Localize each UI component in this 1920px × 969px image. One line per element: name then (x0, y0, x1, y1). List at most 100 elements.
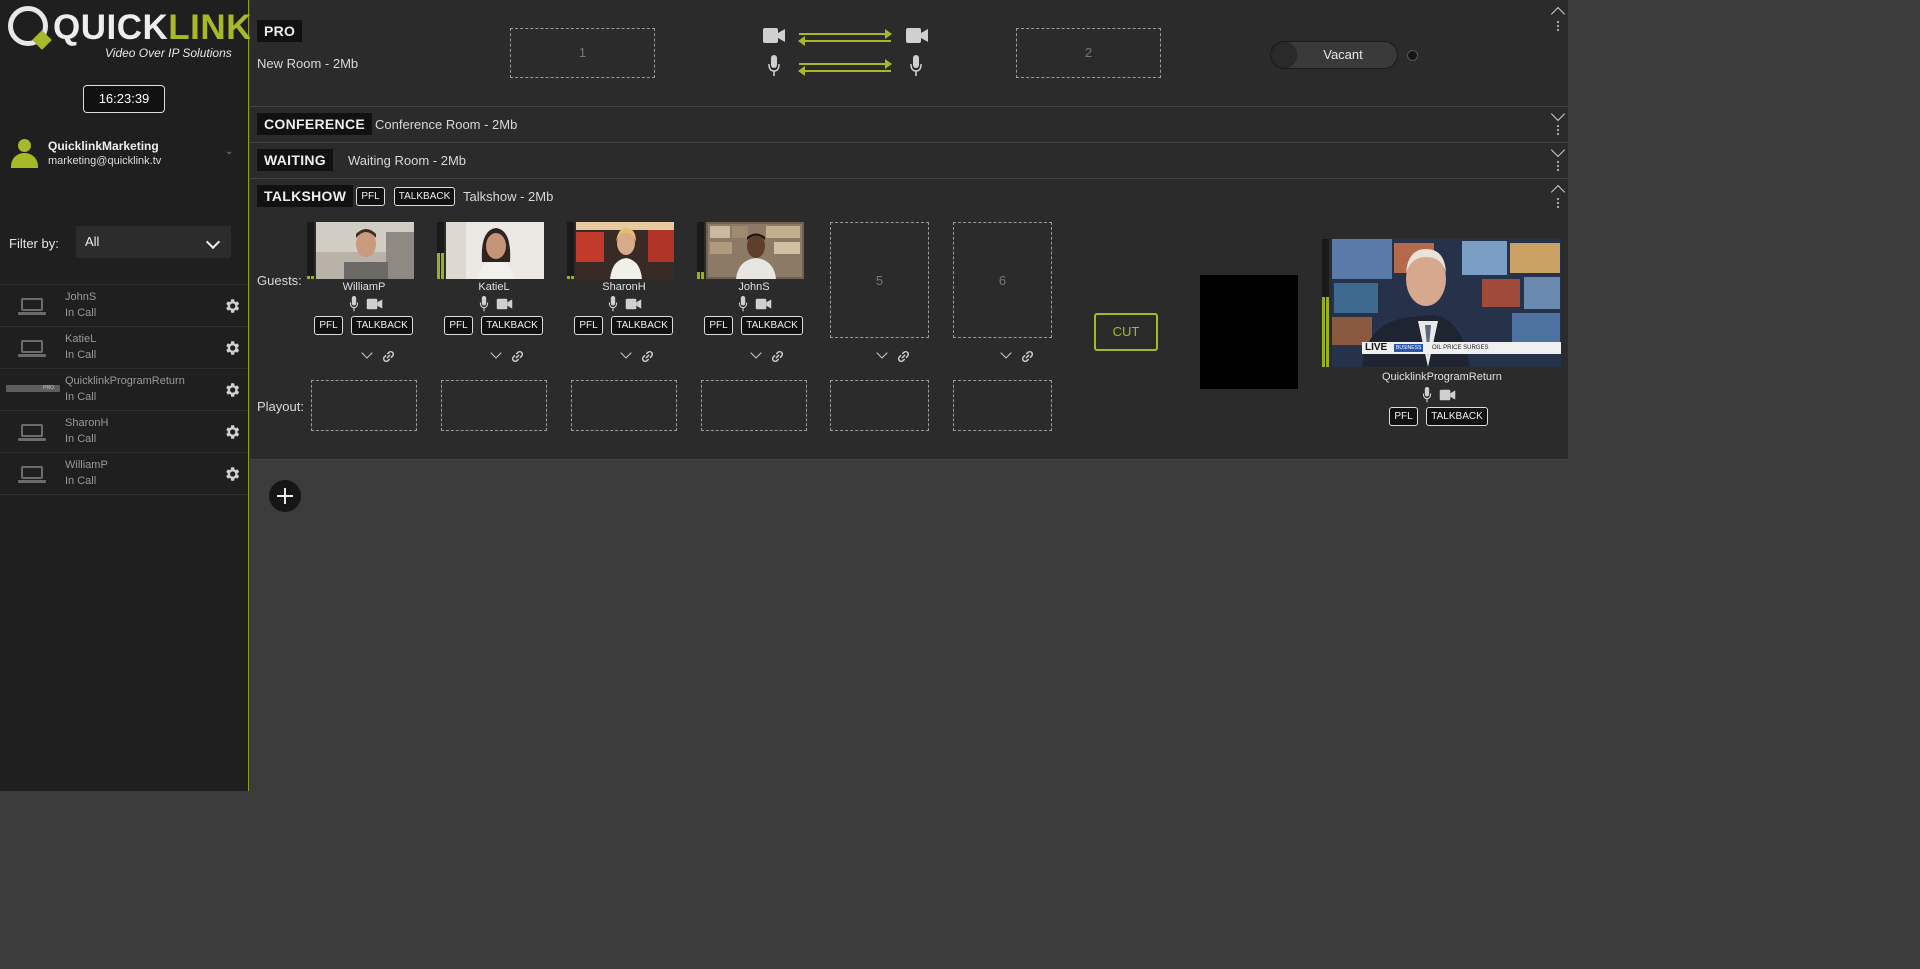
user-menu-chevron-icon[interactable]: ⌄ (225, 146, 233, 157)
pro-slot-1[interactable]: 1 (510, 28, 655, 78)
room-name-talkshow: Talkshow - 2Mb (463, 189, 554, 204)
program-name: QuicklinkProgramReturn (1382, 371, 1502, 383)
playout-slot[interactable] (830, 380, 929, 431)
room-pfl-button[interactable]: PFL (356, 187, 385, 206)
drag-handle-icon[interactable] (1556, 160, 1560, 172)
cut-button[interactable]: CUT (1094, 313, 1158, 351)
link-icon[interactable] (511, 350, 524, 363)
program-video[interactable]: LIVE BUSINESS OIL PRICE SURGES (1332, 239, 1561, 367)
collapse-chevron-icon[interactable] (1550, 6, 1566, 22)
link-icon[interactable] (1021, 350, 1034, 363)
playout-slot[interactable] (953, 380, 1052, 431)
user-email: marketing@quicklink.tv (48, 155, 162, 167)
guest-talkback-button[interactable]: TALKBACK (481, 316, 543, 335)
arrow-left-icon (798, 66, 891, 76)
logo-mark-icon (8, 6, 48, 46)
audio-meter (697, 222, 704, 279)
camera-icon[interactable] (1439, 389, 1456, 401)
list-item[interactable]: KatieL In Call (0, 327, 248, 369)
pro-slot-2[interactable]: 2 (1016, 28, 1161, 78)
laptop-icon (18, 298, 46, 315)
playout-slot[interactable] (701, 380, 807, 431)
participant-list: JohnS In Call KatieL In Call QuicklinkPr… (0, 284, 248, 495)
guest-video-thumbnail[interactable] (576, 222, 674, 279)
audio-meter (1322, 239, 1329, 367)
microphone-icon[interactable] (738, 296, 748, 312)
logo-link: LINK (168, 8, 252, 47)
expand-chevron-icon[interactable] (1550, 142, 1566, 158)
room-tag-talkshow: TALKSHOW (257, 185, 354, 207)
playout-slot[interactable] (441, 380, 547, 431)
list-item[interactable]: WilliamP In Call (0, 453, 248, 495)
expand-chevron-icon[interactable] (1550, 106, 1566, 122)
link-icon[interactable] (771, 350, 784, 363)
logo-quick: QUICK (53, 8, 169, 47)
link-icon[interactable] (641, 350, 654, 363)
program-talkback-button[interactable]: TALKBACK (1426, 407, 1488, 426)
participant-name: QuicklinkProgramReturn (65, 375, 185, 387)
guest-video-thumbnail[interactable] (706, 222, 804, 279)
guest-slot-6[interactable]: 6 (953, 222, 1052, 338)
list-item[interactable]: QuicklinkProgramReturn In Call (0, 369, 248, 411)
audio-meter (307, 222, 314, 279)
microphone-icon[interactable] (1422, 387, 1432, 403)
guest-pfl-button[interactable]: PFL (574, 316, 603, 335)
guest-slot-5[interactable]: 5 (830, 222, 929, 338)
preview-monitor[interactable] (1200, 275, 1298, 389)
drag-handle-icon[interactable] (1556, 197, 1560, 209)
playout-slot[interactable] (571, 380, 677, 431)
camera-icon[interactable] (366, 298, 383, 310)
participant-status: In Call (65, 307, 97, 319)
camera-icon[interactable] (755, 298, 772, 310)
room-name-waiting: Waiting Room - 2Mb (348, 153, 466, 168)
guest-pfl-button[interactable]: PFL (704, 316, 733, 335)
drag-handle-icon[interactable] (1556, 124, 1560, 136)
room-name-conference: Conference Room - 2Mb (375, 117, 518, 132)
guest-video-thumbnail[interactable] (316, 222, 414, 279)
audio-meter (567, 222, 574, 279)
gear-icon[interactable] (223, 381, 241, 399)
guest-video-thumbnail[interactable] (446, 222, 544, 279)
link-icon[interactable] (382, 350, 395, 363)
program-pfl-button[interactable]: PFL (1389, 407, 1418, 426)
gear-icon[interactable] (223, 297, 241, 315)
filter-select[interactable]: All (76, 226, 231, 258)
microphone-icon[interactable] (479, 296, 489, 312)
playout-slot[interactable] (311, 380, 417, 431)
filter-select-value: All (85, 234, 100, 249)
guest-name: JohnS (738, 281, 770, 293)
guest-talkback-button[interactable]: TALKBACK (611, 316, 673, 335)
room-tag-pro: PRO (257, 20, 303, 42)
room-talkback-button[interactable]: TALKBACK (394, 187, 455, 206)
vacant-toggle[interactable]: Vacant (1270, 41, 1398, 69)
guest-pfl-button[interactable]: PFL (314, 316, 343, 335)
playout-label: Playout: (257, 399, 304, 414)
add-room-button[interactable] (269, 480, 301, 512)
microphone-icon (768, 55, 780, 76)
user-name[interactable]: QuicklinkMarketing (48, 139, 159, 153)
sidebar: QUICKLINK Video Over IP Solutions 16:23:… (0, 0, 251, 791)
room-tag-conference: CONFERENCE (257, 113, 373, 135)
quicklink-logo: QUICKLINK Video Over IP Solutions (8, 6, 251, 64)
ticker-live-label: LIVE (1365, 342, 1388, 353)
microphone-icon[interactable] (349, 296, 359, 312)
list-item[interactable]: JohnS In Call (0, 284, 248, 327)
news-ticker-bar: LIVE BUSINESS OIL PRICE SURGES (1362, 342, 1561, 354)
audio-meter-fill (567, 276, 574, 279)
camera-icon (763, 28, 785, 43)
guest-talkback-button[interactable]: TALKBACK (351, 316, 413, 335)
microphone-icon[interactable] (608, 296, 618, 312)
gear-icon[interactable] (223, 465, 241, 483)
drag-handle-icon[interactable] (1556, 20, 1560, 32)
guest-talkback-button[interactable]: TALKBACK (741, 316, 803, 335)
guest-pfl-button[interactable]: PFL (444, 316, 473, 335)
gear-icon[interactable] (223, 423, 241, 441)
camera-icon[interactable] (496, 298, 513, 310)
audio-meter (437, 222, 444, 279)
guest-name: WilliamP (342, 281, 386, 293)
gear-icon[interactable] (223, 339, 241, 357)
list-item[interactable]: SharonH In Call (0, 411, 248, 453)
participant-status: In Call (65, 391, 97, 403)
link-icon[interactable] (897, 350, 910, 363)
camera-icon[interactable] (625, 298, 642, 310)
